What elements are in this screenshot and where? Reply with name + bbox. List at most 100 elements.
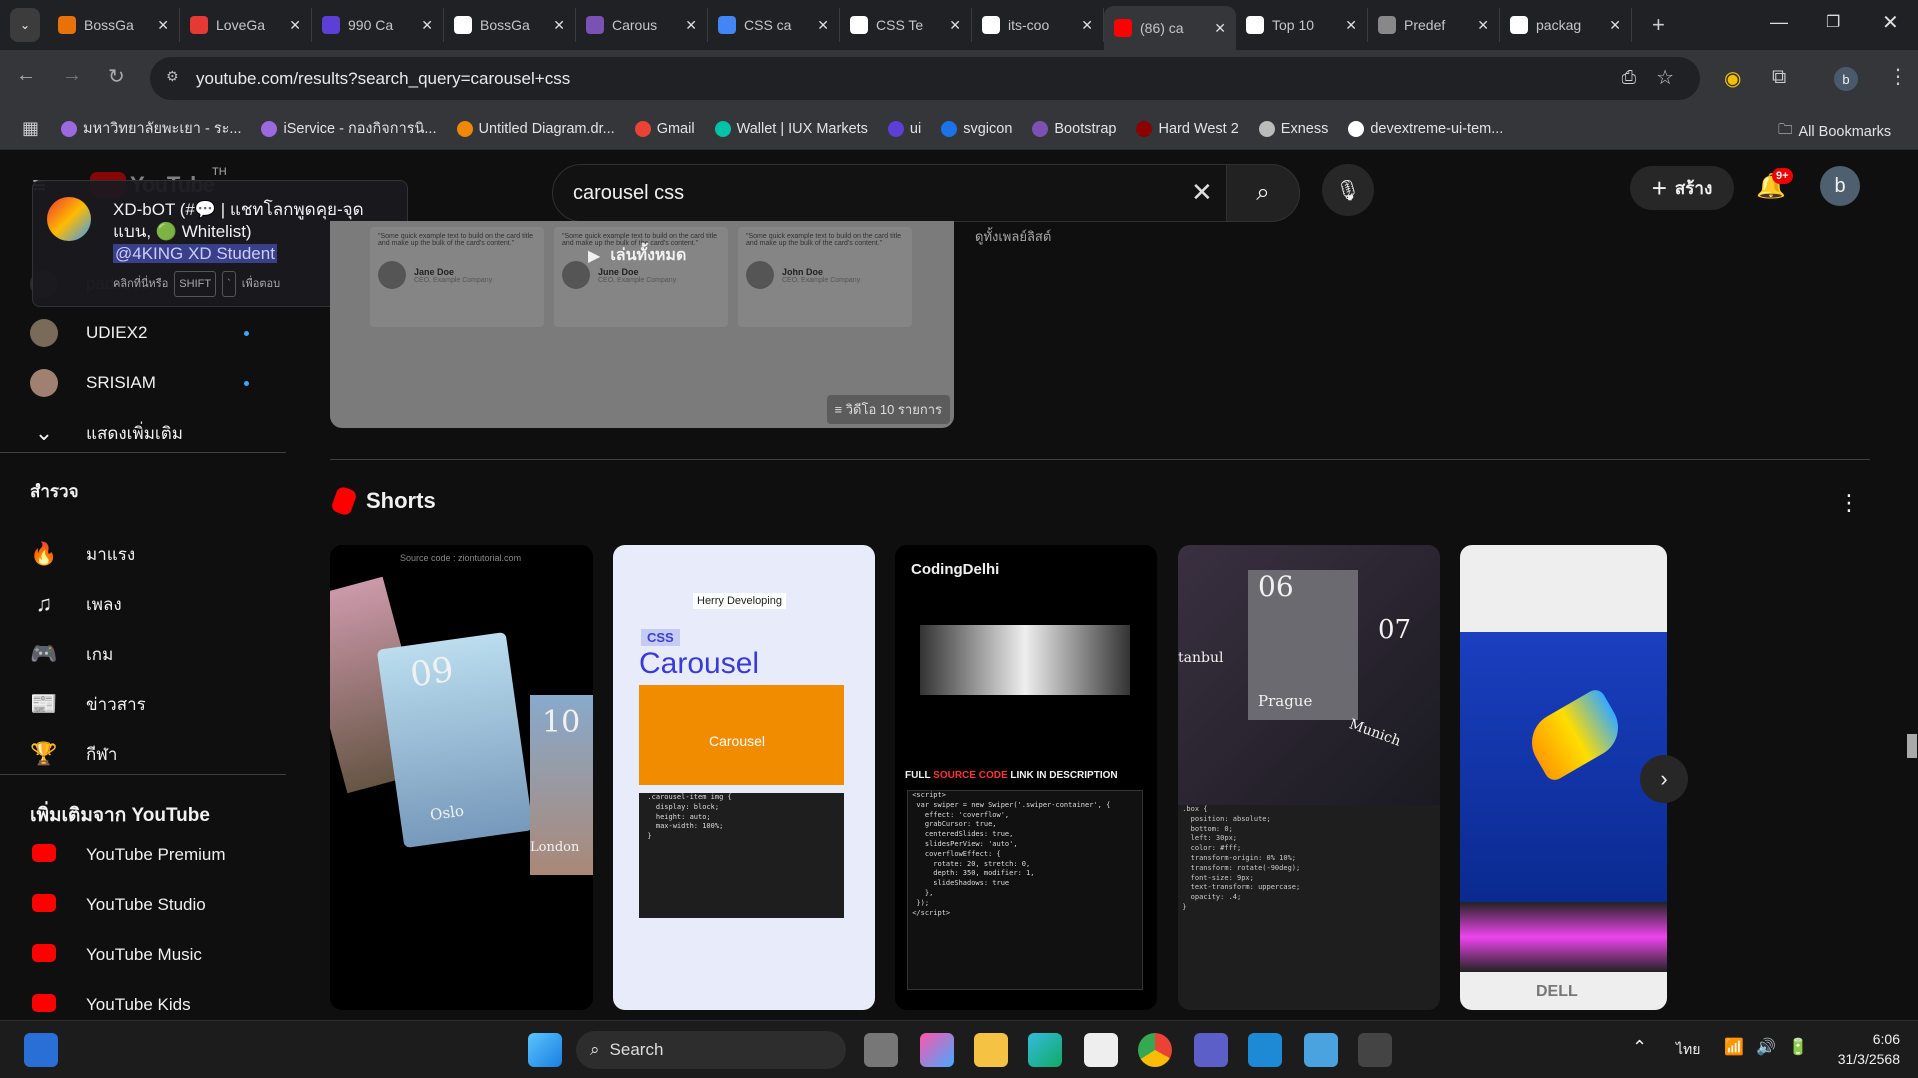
browser-tab[interactable]: 990 Ca ✕ [312,8,444,42]
copilot-icon[interactable] [920,1033,954,1067]
close-tab-icon[interactable]: ✕ [817,17,829,34]
browser-tab[interactable]: Top 10 ✕ [1236,8,1368,42]
widgets-icon[interactable] [24,1033,58,1067]
sidebar-item-youtube-app[interactable]: YouTube Music [30,935,202,975]
extension-icon[interactable]: ◉ [1724,66,1741,91]
search-input[interactable]: carousel css ✕ [552,164,1300,222]
start-button[interactable] [528,1033,562,1067]
all-bookmarks[interactable]: 🗀 All Bookmarks [1778,119,1891,144]
short-item[interactable]: CodingDelhi FULL SOURCE CODE LINK IN DES… [895,545,1157,1010]
back-button[interactable]: ← [16,64,36,87]
browser-tab[interactable]: CSS Te ✕ [840,8,972,42]
playlist-thumbnail[interactable]: "Some quick example text to build on the… [330,221,954,428]
terminal-icon[interactable] [1358,1033,1392,1067]
close-tab-icon[interactable]: ✕ [1345,17,1357,34]
browser-tab[interactable]: (86) ca ✕ [1104,6,1236,50]
bookmark-item[interactable]: devextreme-ui-tem... [1348,117,1503,140]
store-icon[interactable] [1084,1033,1118,1067]
clear-search-icon[interactable]: ✕ [1191,177,1213,208]
show-more-button[interactable]: ⌄ แสดงเพิ่มเติม [30,413,183,453]
close-tab-icon[interactable]: ✕ [949,17,961,34]
minimize-button[interactable]: — [1770,12,1788,33]
sidebar-item-youtube-app[interactable]: YouTube Studio [30,885,206,925]
address-bar[interactable]: ⚙ youtube.com/results?search_query=carou… [150,57,1700,100]
bookmark-item[interactable]: Hard West 2 [1136,117,1239,140]
short-item[interactable]: DELL [1460,545,1667,1010]
new-tab-button[interactable]: + [1652,12,1665,38]
browser-menu-icon[interactable]: ⋮ [1888,64,1908,89]
teams-icon[interactable] [1194,1033,1228,1067]
apps-grid-icon[interactable]: ▦ [22,118,39,139]
close-tab-icon[interactable]: ✕ [157,17,169,34]
language-indicator[interactable]: ไทย [1676,1039,1700,1061]
install-app-icon[interactable]: ⎙ [1622,67,1636,88]
sidebar-item-explore[interactable]: 🎮 เกม [30,634,113,674]
shorts-more-icon[interactable]: ⋮ [1838,490,1860,516]
browser-tab[interactable]: Predef ✕ [1368,8,1500,42]
browser-tab[interactable]: BossGa ✕ [444,8,576,42]
short-item[interactable]: 06 Prague 07 Munich tanbul .box { positio… [1178,545,1440,1010]
bookmark-item[interactable]: iService - กองกิจการนิ... [261,117,437,140]
play-all-button[interactable]: ▶ เล่นทั้งหมด [588,243,686,268]
bookmark-item[interactable]: Gmail [634,117,695,140]
browser-tab[interactable]: CSS ca ✕ [708,8,840,42]
vscode-icon[interactable] [1248,1033,1282,1067]
bookmark-item[interactable]: มหาวิทยาลัยพะเยา - ระ... [61,117,241,140]
close-tab-icon[interactable]: ✕ [421,17,433,34]
browser-tab[interactable]: packag ✕ [1500,8,1632,42]
close-tab-icon[interactable]: ✕ [1609,17,1621,34]
close-tab-icon[interactable]: ✕ [289,17,301,34]
taskbar-search[interactable]: ⌕ Search [576,1031,846,1069]
tray-chevron-icon[interactable]: ⌃ [1632,1037,1647,1058]
bookmark-item[interactable]: Untitled Diagram.dr... [456,117,615,140]
sidebar-item-explore[interactable]: 🔥 มาแรง [30,534,135,574]
bookmark-item[interactable]: Wallet | IUX Markets [714,117,868,140]
notifications-button[interactable]: 🔔 9+ [1756,168,1793,201]
file-explorer-icon[interactable] [974,1033,1008,1067]
browser-tab[interactable]: Carous ✕ [576,8,708,42]
subscription-udiex2[interactable]: UDIEX2 [30,313,249,353]
tab-search-button[interactable]: ⌄ [10,8,40,42]
chrome-icon[interactable] [1138,1033,1172,1067]
close-tab-icon[interactable]: ✕ [553,17,565,34]
page-scrollbar[interactable] [1904,150,1918,1020]
close-tab-icon[interactable]: ✕ [685,17,697,34]
forward-button[interactable]: → [62,64,82,87]
view-full-playlist-link[interactable]: ดูทั้งเพลย์ลิสต์ [975,226,1051,247]
browser-tab[interactable]: LoveGa ✕ [180,8,312,42]
sidebar-item-explore[interactable]: ♫ เพลง [30,584,122,624]
restore-button[interactable]: ❐ [1826,12,1840,32]
reload-button[interactable]: ↻ [108,64,125,89]
subscription-srisiam[interactable]: SRISIAM [30,363,249,403]
account-avatar[interactable]: b [1820,166,1860,206]
create-button[interactable]: + สร้าง [1630,166,1734,210]
search-button[interactable]: ⌕ [1226,164,1300,222]
bookmark-item[interactable]: Bootstrap [1032,117,1116,140]
close-tab-icon[interactable]: ✕ [1477,17,1489,34]
sidebar-item-explore[interactable]: 📰 ข่าวสาร [30,684,145,724]
bookmark-item[interactable]: ui [887,117,921,140]
wifi-icon[interactable]: 📶 [1724,1037,1744,1057]
shorts-next-button[interactable]: › [1640,755,1688,803]
sidebar-item-explore[interactable]: 🏆 กีฬา [30,734,117,774]
profile-avatar[interactable]: b [1834,67,1858,91]
short-item[interactable]: Herry Developing CSS Carousel Carousel .… [613,545,875,1010]
volume-icon[interactable]: 🔊 [1756,1037,1776,1057]
close-window-button[interactable]: ✕ [1882,10,1899,35]
sidebar-item-youtube-app[interactable]: YouTube Kids [30,985,191,1025]
battery-icon[interactable]: 🔋 [1788,1037,1808,1057]
site-info-icon[interactable]: ⚙ [166,68,179,85]
browser-tab[interactable]: BossGa ✕ [48,8,180,42]
sidebar-item-youtube-app[interactable]: YouTube Premium [30,835,226,875]
short-item[interactable]: Source code : ziontutorial.com 09 Oslo 10… [330,545,593,1010]
voice-search-button[interactable]: 🎙 [1322,164,1374,216]
bookmark-item[interactable]: Exness [1258,117,1328,140]
mention[interactable]: @4KING XD Student [113,244,277,263]
browser-tab[interactable]: its-coo ✕ [972,8,1104,42]
edge-icon[interactable] [1028,1033,1062,1067]
extensions-puzzle-icon[interactable]: ⧉ [1772,66,1786,89]
bookmark-item[interactable]: svgicon [941,117,1012,140]
close-tab-icon[interactable]: ✕ [1214,20,1226,37]
task-view-icon[interactable] [864,1033,898,1067]
clock[interactable]: 6:06 31/3/2568 [1820,1029,1900,1069]
